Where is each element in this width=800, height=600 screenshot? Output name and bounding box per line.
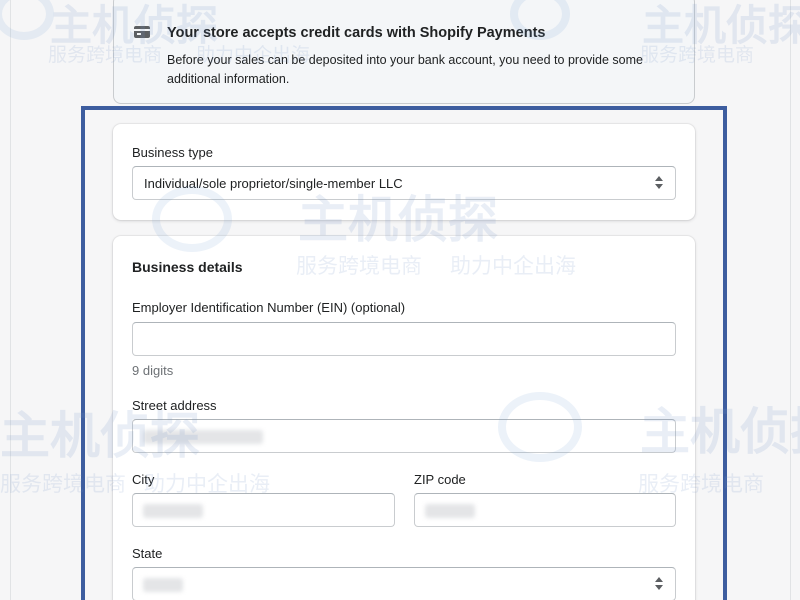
banner-title: Your store accepts credit cards with Sho…: [167, 25, 546, 41]
credit-card-icon: [134, 26, 150, 38]
left-divider: [10, 0, 11, 600]
page: Your store accepts credit cards with Sho…: [0, 0, 800, 600]
highlight-frame: [81, 106, 727, 600]
banner-text: Before your sales can be deposited into …: [167, 53, 643, 86]
shopify-payments-banner: Your store accepts credit cards with Sho…: [113, 0, 695, 104]
watermark-logo-icon: [0, 0, 54, 40]
right-divider: [790, 0, 791, 600]
